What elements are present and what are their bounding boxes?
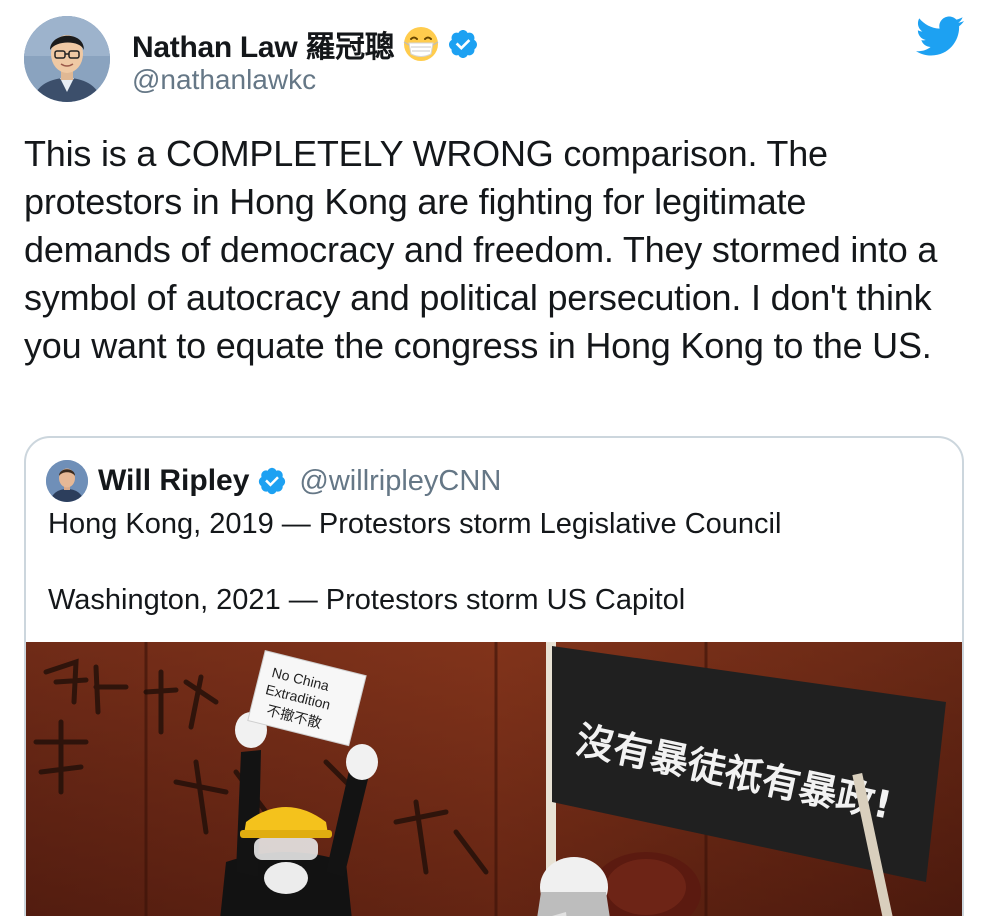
quoted-tweet-card[interactable]: Will Ripley @willripleyCNN Hong Kong, 20… [24,436,964,916]
twitter-bird-icon[interactable] [916,16,965,56]
quoted-text-line-1: Hong Kong, 2019 — Protestors storm Legis… [48,508,782,540]
quoted-display-name[interactable]: Will Ripley [98,464,249,498]
author-handle[interactable]: @nathanlawkc [132,64,316,96]
tweet-text: This is a COMPLETELY WRONG comparison. T… [24,133,938,366]
quoted-text-line-2: Washington, 2021 — Protestors storm US C… [48,584,686,616]
quoted-tweet-photo[interactable]: 沒有暴徒祇有暴政! No China Extradition 不撤不散 [26,642,962,916]
quoted-author-avatar[interactable] [46,460,88,502]
tweet: Nathan Law 羅冠聰 @nathanlawkc This is a CO… [0,0,984,916]
verified-badge-icon [257,466,287,496]
quoted-handle[interactable]: @willripleyCNN [299,465,501,498]
author-display-name[interactable]: Nathan Law 羅冠聰 [132,22,395,66]
quoted-name-row[interactable]: Will Ripley @willripleyCNN [98,460,501,502]
face-with-medical-mask-icon [403,26,439,62]
verified-badge-icon [447,28,479,60]
author-name-row[interactable]: Nathan Law 羅冠聰 [132,24,479,64]
author-avatar[interactable] [24,16,110,102]
